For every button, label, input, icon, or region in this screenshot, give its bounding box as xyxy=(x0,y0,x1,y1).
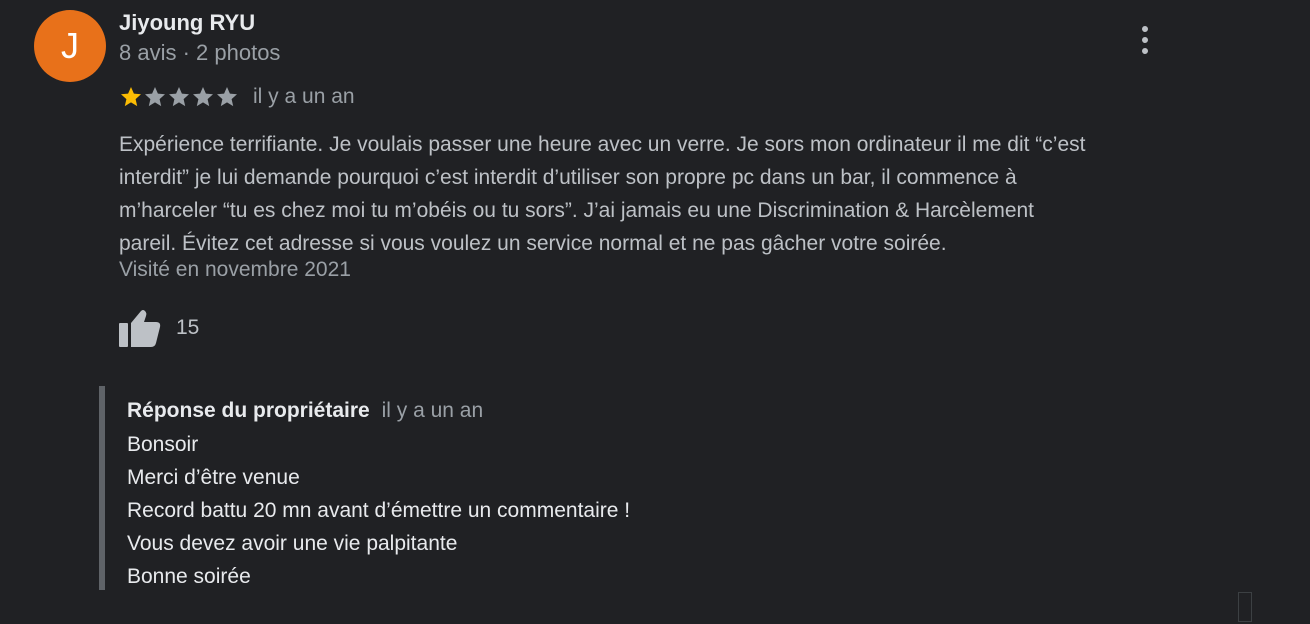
owner-response-line: Bonsoir xyxy=(127,433,199,456)
star-filled-icon xyxy=(121,87,141,107)
rating-row: il y a un an xyxy=(119,84,355,110)
review-text-line: m’harceler “tu es chez moi tu m’obéis ou… xyxy=(119,199,1035,222)
owner-response-line: Bonne soirée xyxy=(127,565,251,588)
star-empty-icon xyxy=(193,87,213,107)
review-date: il y a un an xyxy=(253,85,355,108)
review-text-line: interdit” je lui demande pourquoi c’est … xyxy=(119,166,1017,189)
avatar[interactable]: J xyxy=(34,10,106,82)
owner-response-title: Réponse du propriétaire xyxy=(127,399,370,422)
owner-response: Réponse du propriétaire il y a un an Bon… xyxy=(99,386,1205,590)
author-name[interactable]: Jiyoung RYU xyxy=(119,10,255,36)
review-card: J Jiyoung RYU 8 avis · 2 photos il y a u… xyxy=(0,0,1310,624)
owner-response-header: Réponse du propriétaire il y a un an xyxy=(127,399,483,423)
review-text-line: pareil. Évitez cet adresse si vous voule… xyxy=(119,232,947,255)
star-empty-icon xyxy=(169,87,189,107)
star-rating xyxy=(119,85,239,109)
owner-response-line: Record battu 20 mn avant d’émettre un co… xyxy=(127,499,631,522)
review-text-line: Expérience terrifiante. Je voulais passe… xyxy=(119,133,1086,156)
owner-response-line: Vous devez avoir une vie palpitante xyxy=(127,532,458,555)
author-meta: 8 avis · 2 photos xyxy=(119,40,281,65)
owner-response-text: Bonsoir Merci d’être venue Record battu … xyxy=(127,428,630,593)
owner-response-line: Merci d’être venue xyxy=(127,466,300,489)
star-empty-icon xyxy=(145,87,165,107)
scroll-indicator[interactable] xyxy=(1238,592,1252,622)
thumb-up-icon xyxy=(118,308,162,348)
like-button[interactable]: 15 xyxy=(118,308,199,348)
more-options-button[interactable] xyxy=(1130,24,1160,56)
like-count: 15 xyxy=(176,316,200,339)
star-empty-icon xyxy=(217,87,237,107)
visit-date: Visité en novembre 2021 xyxy=(119,258,351,281)
owner-response-date: il y a un an xyxy=(381,399,484,422)
review-text: Expérience terrifiante. Je voulais passe… xyxy=(119,128,1219,260)
